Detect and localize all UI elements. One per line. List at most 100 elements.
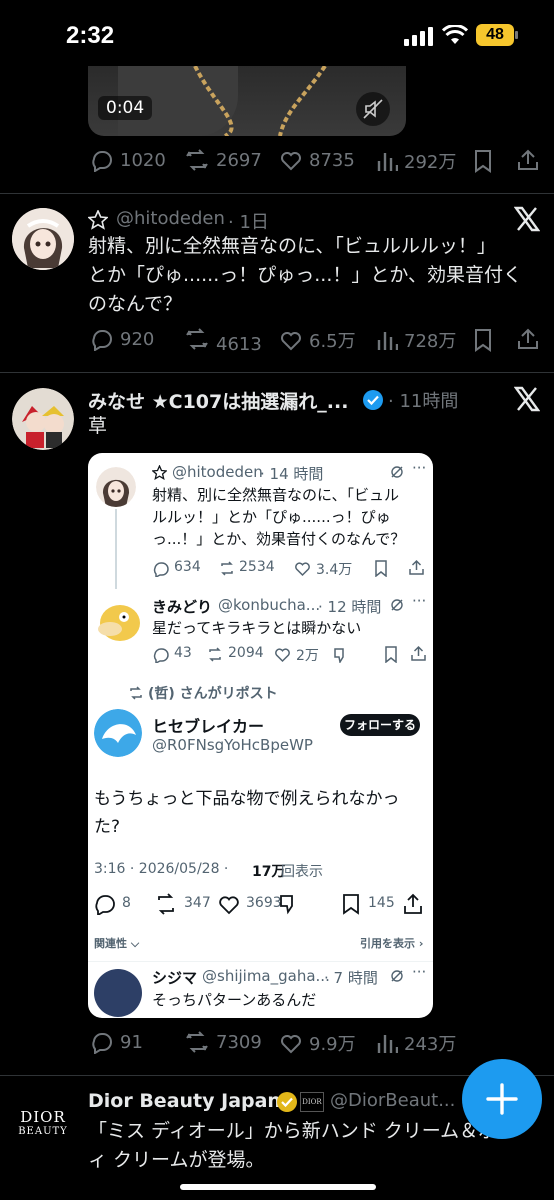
- t4-name: シジマ: [152, 969, 198, 987]
- t1-line1: 射精、別に全然無音なのに、「ビュル: [152, 486, 400, 504]
- t1-handle: @hitodeden: [172, 463, 263, 481]
- tweet1-text-line1: 射精、別に全然無音なのに、「ビュルルルッ！」: [88, 235, 496, 257]
- anime-avatar-image: [96, 467, 136, 507]
- ad-handle[interactable]: @DiorBeaut...: [330, 1090, 455, 1111]
- t3-handle: @R0FNsgYoHcBpeWP: [152, 736, 313, 754]
- repost-count: 4613: [216, 333, 262, 355]
- dislike-icon: [334, 648, 344, 663]
- reply-icon: [95, 895, 115, 915]
- avatar-kimidori: [96, 599, 144, 647]
- t3-date: 3:16 · 2026/05/28 ·: [94, 861, 229, 877]
- repost-button[interactable]: 2697: [184, 148, 262, 172]
- follow-button: フォローする: [340, 714, 420, 736]
- bookmark-icon[interactable]: [472, 328, 494, 352]
- grok-icon: [391, 466, 403, 478]
- heart-icon: [281, 332, 301, 351]
- bird-avatar-image: [94, 709, 142, 757]
- gold-verified-badge-icon: [277, 1092, 297, 1112]
- share-icon: [404, 893, 422, 914]
- ad-author-name[interactable]: Dior Beauty Japan: [88, 1090, 281, 1112]
- star-outline-icon: [152, 465, 167, 480]
- t3-views-label: 回表示: [281, 864, 323, 880]
- t2-text: 星だってキラキラとは瞬かない: [152, 619, 362, 637]
- x-logo-icon: [514, 386, 540, 412]
- mute-button[interactable]: [356, 92, 390, 126]
- t1-line3: っ...！」とか、効果音付くのなんで？: [152, 530, 406, 548]
- repost-icon: [221, 561, 233, 576]
- like-count: 6.5万: [309, 331, 356, 352]
- reply-icon: [153, 562, 169, 577]
- tweet2-author-name[interactable]: みなせ ★C107は抽選漏れ_...: [88, 387, 348, 414]
- views-chart-icon: [377, 153, 398, 171]
- attached-screenshot-image[interactable]: @hitodeden · 14 時間 ··· 射精、別に全然無音なのに、「ビュル…: [88, 453, 433, 1018]
- affiliate-badge: DIOR: [300, 1092, 324, 1112]
- t2-reply-count: 43: [174, 645, 192, 661]
- avatar-minase[interactable]: [12, 388, 74, 450]
- reply-icon: [92, 1032, 112, 1054]
- t4-time: · 7 時間: [324, 969, 378, 987]
- views-count: 243万: [404, 1034, 457, 1055]
- heart-icon: [281, 1035, 301, 1054]
- battery-tip: [515, 31, 518, 39]
- quotes-label: 引用を表示: [360, 937, 415, 950]
- tweet1-text-line3: のなんで？: [88, 293, 183, 315]
- repost-button[interactable]: 4613: [184, 327, 262, 355]
- heart-icon: [281, 152, 301, 171]
- reply-count: 1020: [120, 149, 166, 171]
- t3-like-count: 3693: [246, 895, 282, 911]
- t3-line2: た?: [94, 817, 121, 837]
- bookmark-icon[interactable]: [472, 149, 494, 173]
- share-icon: [409, 559, 424, 575]
- dior-logo[interactable]: DIOR BEAUTY: [12, 1108, 74, 1137]
- views-chart-icon: [377, 1035, 398, 1053]
- share-icon[interactable]: [516, 148, 540, 172]
- views-button[interactable]: 292万: [376, 148, 456, 174]
- repost-icon: [186, 149, 208, 171]
- battery-indicator: 48: [476, 24, 514, 46]
- avatar-shijima: [94, 969, 142, 1017]
- like-button[interactable]: 6.5万: [279, 327, 356, 353]
- reply-button[interactable]: 91: [90, 1030, 143, 1054]
- reply-icon: [92, 329, 112, 351]
- bookmark-icon: [343, 894, 359, 915]
- t2-time: · 12 時間: [318, 598, 382, 616]
- home-indicator[interactable]: [180, 1184, 376, 1190]
- heart-icon: [275, 648, 290, 663]
- tweet2-text: 草: [88, 415, 108, 437]
- divider: [0, 193, 554, 194]
- status-time: 2:32: [66, 22, 115, 49]
- dior-logo-line1: DIOR: [20, 1108, 66, 1126]
- more-icon: ···: [412, 459, 427, 477]
- tweet2-time: · 11時間: [388, 391, 459, 412]
- wifi-icon: [442, 25, 468, 44]
- t1-line2: ルルッ！」とか「ぴゅ......っ！ぴゅ: [152, 508, 391, 526]
- reply-count: 920: [120, 328, 155, 350]
- avatar-hitodeden[interactable]: [12, 208, 74, 270]
- divider: [88, 961, 433, 962]
- reply-button[interactable]: 920: [90, 327, 154, 351]
- more-icon: ···: [412, 592, 427, 610]
- more-icon: ···: [412, 963, 427, 981]
- tweet1-text-line2: とか「ぴゅ......っ！ぴゅっ...！」とか、効果音付く: [88, 264, 522, 286]
- views-button[interactable]: 243万: [376, 1030, 456, 1056]
- tweet1-handle[interactable]: @hitodeden: [116, 208, 225, 229]
- reply-count: 91: [120, 1031, 143, 1053]
- divider: [0, 372, 554, 373]
- sort-relevance: 関連性 ⌵: [94, 937, 140, 950]
- like-button[interactable]: 9.9万: [279, 1030, 356, 1056]
- reply-button[interactable]: 1020: [90, 148, 166, 172]
- ad-text-line2: ィ クリームが登場。: [88, 1149, 265, 1171]
- repost-icon: [186, 328, 208, 350]
- share-icon[interactable]: [516, 327, 540, 351]
- like-button[interactable]: 8735: [279, 148, 355, 172]
- t3-bookmark-count: 145: [368, 895, 395, 911]
- t3-line1: もうちょっと下品な物で例えられなかっ: [94, 789, 400, 809]
- reply-icon: [92, 150, 112, 172]
- repost-button[interactable]: 7309: [184, 1030, 262, 1054]
- repost-icon: [186, 1031, 208, 1053]
- t1-time: · 14 時間: [260, 465, 324, 483]
- views-button[interactable]: 728万: [376, 327, 456, 353]
- tweet1-time: · 1日: [228, 212, 269, 233]
- compose-button[interactable]: [462, 1059, 542, 1139]
- views-chart-icon: [377, 332, 398, 350]
